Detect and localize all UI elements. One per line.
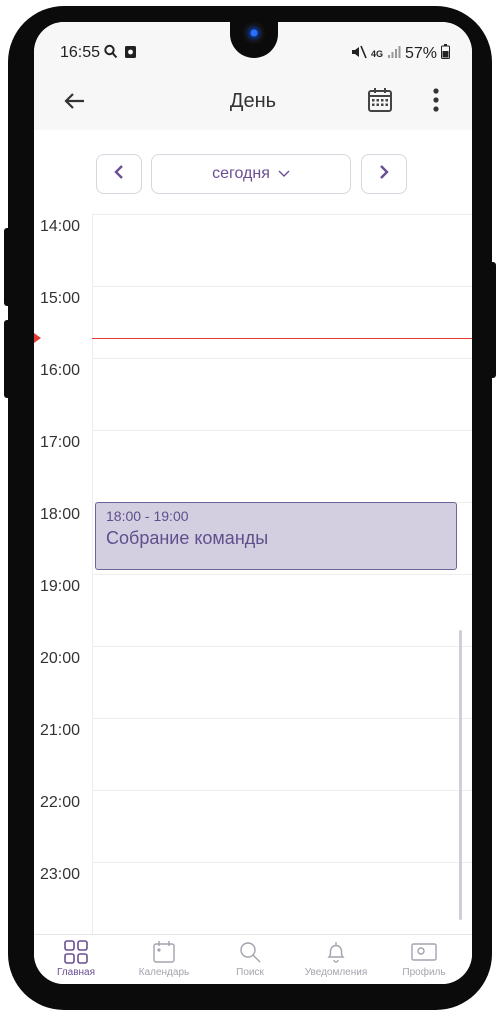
- search-icon: [240, 942, 261, 963]
- tab-search[interactable]: Поиск: [210, 939, 290, 978]
- hour-row: 14:00: [34, 214, 472, 286]
- today-label: сегодня: [212, 165, 270, 182]
- hour-divider: [92, 862, 472, 863]
- profile-card-icon: [411, 943, 437, 961]
- hour-row: 17:00: [34, 430, 472, 502]
- status-right: 4G 57%: [351, 44, 450, 64]
- hour-divider: [92, 286, 472, 287]
- prev-day-button[interactable]: [96, 154, 142, 194]
- hour-divider: [92, 718, 472, 719]
- event-title: Собрание команды: [106, 528, 269, 548]
- hour-row: 21:00: [34, 718, 472, 790]
- scrollbar[interactable]: [459, 630, 462, 920]
- hour-label: 18:00: [40, 506, 81, 523]
- hour-row: 19:00: [34, 574, 472, 646]
- hour-label: 23:00: [40, 866, 81, 883]
- hour-label: 14:00: [40, 218, 81, 235]
- signal-icon: [387, 45, 401, 64]
- hour-divider: [92, 430, 472, 431]
- chevron-left-icon: [113, 164, 125, 185]
- tab-home[interactable]: Главная: [36, 939, 116, 978]
- hour-label: 15:00: [40, 290, 81, 307]
- hour-label: 19:00: [40, 578, 81, 595]
- more-options-icon[interactable]: [432, 86, 440, 119]
- next-day-button[interactable]: [361, 154, 407, 194]
- hour-divider: [92, 790, 472, 791]
- date-navigation: сегодня: [34, 130, 472, 215]
- hour-label: 17:00: [40, 434, 81, 451]
- camera-lens: [243, 22, 265, 44]
- hour-row: 20:00: [34, 646, 472, 718]
- gallery-status-icon: [124, 45, 137, 64]
- hour-label: 21:00: [40, 722, 81, 739]
- calendar-icon: [153, 941, 175, 963]
- chevron-down-icon: [278, 165, 290, 183]
- page-title: День: [229, 90, 277, 112]
- mute-icon: [351, 45, 367, 64]
- tab-home-label: Главная: [56, 967, 96, 978]
- hour-divider: [92, 214, 472, 215]
- tab-profile-label: Профиль: [402, 967, 446, 978]
- hour-row: 15:00: [34, 286, 472, 358]
- hour-label: 16:00: [40, 362, 81, 379]
- tab-notifications-label: Уведомления: [304, 967, 368, 978]
- today-selector[interactable]: сегодня: [151, 154, 351, 194]
- hour-row: 23:00: [34, 862, 472, 934]
- hour-row: 22:00: [34, 790, 472, 862]
- search-status-icon: [104, 44, 118, 65]
- tab-profile[interactable]: Профиль: [384, 939, 464, 978]
- grid-icon: [64, 940, 88, 964]
- volume-button: [4, 228, 12, 306]
- app-bar: День: [34, 80, 472, 131]
- chevron-right-icon: [378, 164, 390, 185]
- hour-label: 22:00: [40, 794, 81, 811]
- tab-calendar[interactable]: Календарь: [124, 939, 204, 978]
- tab-notifications[interactable]: Уведомления: [296, 939, 376, 978]
- event-block[interactable]: 18:00 - 19:00 Собрание команды: [95, 502, 457, 570]
- current-time-line: [92, 338, 472, 339]
- day-timeline[interactable]: 14:00 15:00 16:00 17:00 18:00 19:00 20:00 21:00…: [34, 214, 472, 934]
- hour-label: 20:00: [40, 650, 81, 667]
- hour-divider: [92, 646, 472, 647]
- calendar-grid-icon[interactable]: [366, 86, 394, 119]
- bottom-navigation: Главная Календарь Поиск Уведомления Проф…: [34, 934, 472, 984]
- hour-divider: [92, 358, 472, 359]
- screen: 16:55 4G 57% День сегодня 14:00 15:00 16…: [34, 22, 472, 984]
- battery-icon: [441, 44, 450, 64]
- battery-text: 57%: [404, 45, 437, 62]
- tab-search-label: Поиск: [236, 967, 264, 978]
- status-time: 16:55: [60, 44, 101, 61]
- network-type: 4G: [370, 48, 383, 59]
- current-time-marker: [34, 333, 41, 343]
- hour-row: 16:00: [34, 358, 472, 430]
- event-time: 18:00 - 19:00: [106, 508, 189, 524]
- power-button-left: [4, 320, 12, 398]
- power-button: [488, 262, 496, 378]
- bell-icon: [327, 942, 345, 963]
- tab-calendar-label: Календарь: [138, 967, 190, 978]
- hour-divider: [92, 574, 472, 575]
